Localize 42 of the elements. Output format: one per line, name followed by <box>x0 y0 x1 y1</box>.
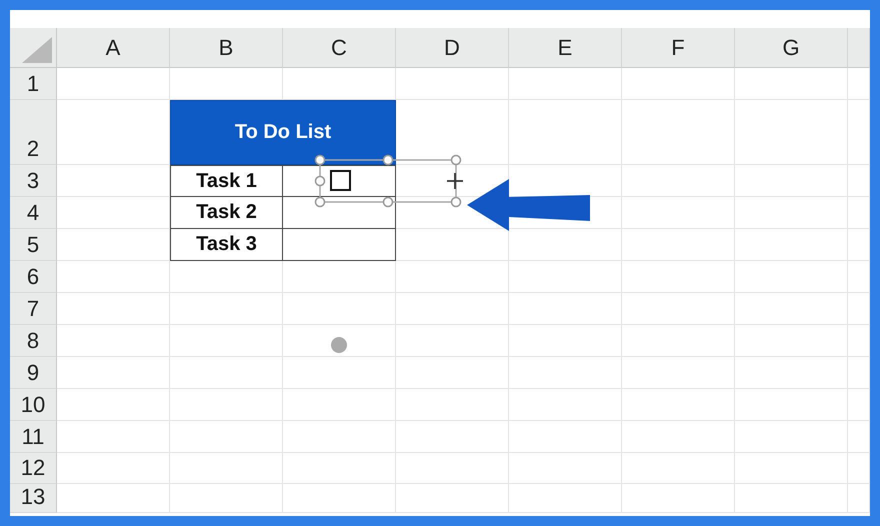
dot-icon <box>331 337 347 353</box>
column-header[interactable]: A <box>57 28 170 68</box>
grid-cell <box>848 325 870 357</box>
selection-frame[interactable] <box>314 154 462 208</box>
row-header[interactable]: 8 <box>10 325 57 357</box>
row-header[interactable]: 12 <box>10 453 57 484</box>
grid-cell <box>848 165 870 197</box>
task-cell: Task 2 <box>170 197 283 229</box>
column-header[interactable]: D <box>396 28 509 68</box>
row-header[interactable]: 4 <box>10 197 57 229</box>
grid-cell <box>848 229 870 261</box>
column-header[interactable]: E <box>509 28 622 68</box>
crosshair-cursor-icon <box>447 173 463 189</box>
column-header[interactable]: G <box>735 28 848 68</box>
table-title: To Do List <box>170 100 396 165</box>
row-header[interactable]: 3 <box>10 165 57 197</box>
grid-cell <box>848 68 870 100</box>
grid-cell <box>848 453 870 484</box>
grid-cell <box>848 357 870 389</box>
grid-cell <box>848 421 870 453</box>
row-header[interactable]: 11 <box>10 421 57 453</box>
row-header[interactable]: 10 <box>10 389 57 421</box>
grid-cell <box>848 389 870 421</box>
row-header[interactable]: 2 <box>10 100 57 165</box>
row-header[interactable]: 13 <box>10 484 57 513</box>
column-header[interactable]: B <box>170 28 283 68</box>
grid-cell <box>848 484 870 513</box>
checkbox[interactable] <box>330 170 351 191</box>
task-cell: Task 1 <box>170 165 283 197</box>
arrow-icon <box>467 179 591 231</box>
grid-cell <box>848 293 870 325</box>
row-header[interactable]: 6 <box>10 261 57 293</box>
row-header[interactable]: 5 <box>10 229 57 261</box>
grid-cell <box>848 197 870 229</box>
grid-cell <box>848 261 870 293</box>
column-header[interactable]: C <box>283 28 396 68</box>
row-header[interactable]: 1 <box>10 68 57 100</box>
row-header[interactable]: 9 <box>10 357 57 389</box>
row-header[interactable]: 7 <box>10 293 57 325</box>
task-cell: Task 3 <box>170 229 283 261</box>
grid-cell <box>848 100 870 165</box>
column-header[interactable]: F <box>622 28 735 68</box>
